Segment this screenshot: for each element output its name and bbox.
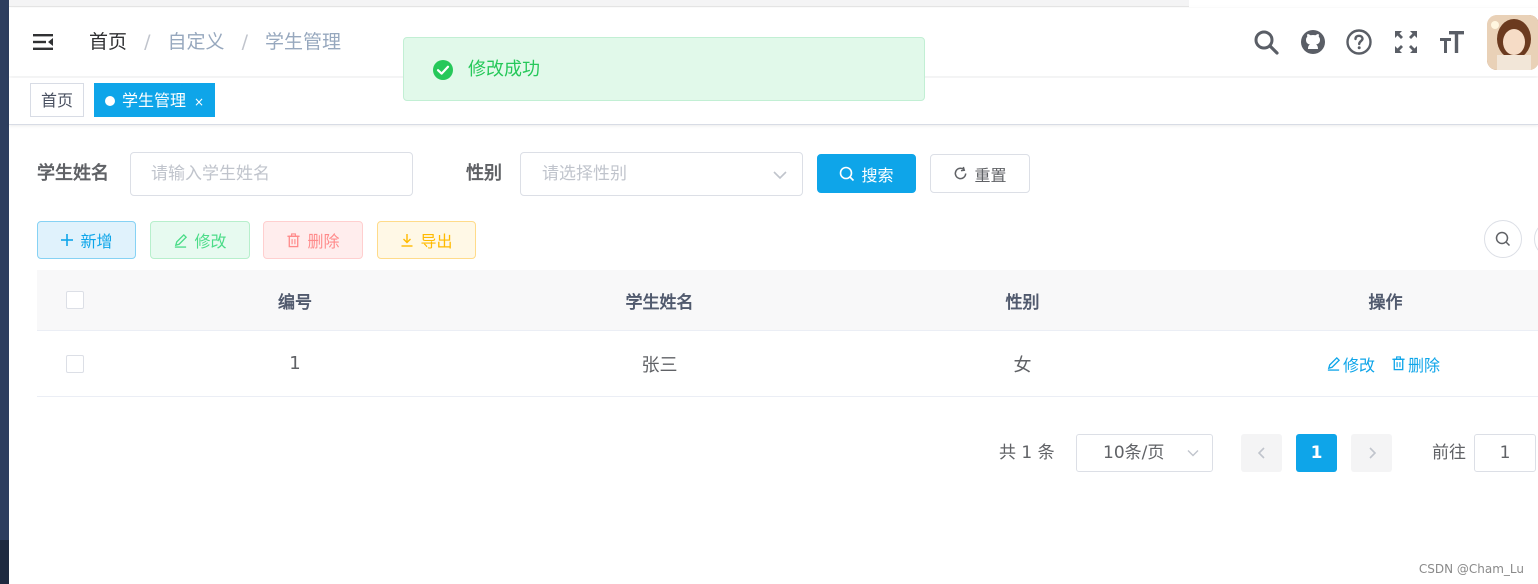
search-button[interactable]: 搜索 bbox=[817, 154, 916, 193]
name-label: 学生姓名 bbox=[37, 163, 109, 184]
github-icon[interactable] bbox=[1299, 28, 1327, 56]
delete-button-label: 删除 bbox=[307, 232, 340, 251]
avatar-image bbox=[1487, 15, 1538, 70]
search-icon bbox=[840, 166, 855, 181]
chevron-right-icon bbox=[1368, 447, 1376, 459]
avatar[interactable] bbox=[1487, 15, 1538, 70]
tag-home-label: 首页 bbox=[41, 91, 74, 110]
breadcrumb-item-custom: 自定义 bbox=[167, 31, 225, 53]
row-checkbox[interactable] bbox=[65, 354, 84, 373]
reset-button-label: 重置 bbox=[974, 165, 1007, 185]
toggle-search-button[interactable] bbox=[1484, 220, 1522, 258]
active-dot bbox=[105, 96, 115, 106]
prev-page-button[interactable] bbox=[1241, 434, 1282, 472]
edit-button-label: 修改 bbox=[194, 232, 227, 251]
next-page-button[interactable] bbox=[1351, 434, 1392, 472]
table-header: 编号 学生姓名 性别 操作 bbox=[37, 270, 1538, 331]
download-icon bbox=[401, 234, 413, 247]
success-toast: 修改成功 bbox=[403, 37, 925, 101]
cell-gender: 女 bbox=[1013, 354, 1032, 376]
chevron-down-icon bbox=[773, 171, 787, 180]
browser-top-strip bbox=[9, 0, 1189, 7]
fullscreen-icon[interactable] bbox=[1392, 28, 1420, 56]
edit-button[interactable]: 修改 bbox=[150, 221, 250, 259]
column-header-gender: 性别 bbox=[1005, 292, 1040, 313]
gender-label: 性别 bbox=[466, 163, 502, 184]
cell-actions: 修改 删除 bbox=[1204, 331, 1538, 396]
edit-icon bbox=[175, 233, 188, 248]
delete-icon bbox=[287, 232, 301, 247]
table-row: 1 张三 女 修改 删除 bbox=[37, 331, 1538, 397]
toast-message: 修改成功 bbox=[468, 59, 540, 80]
search-icon[interactable] bbox=[1252, 28, 1280, 56]
font-size-icon[interactable] bbox=[1438, 28, 1466, 56]
breadcrumb-item-student-management: 学生管理 bbox=[265, 31, 342, 53]
page-number-current[interactable]: 1 bbox=[1296, 434, 1337, 472]
search-icon bbox=[1495, 231, 1511, 247]
tag-home[interactable]: 首页 bbox=[30, 83, 85, 117]
select-all-checkbox[interactable] bbox=[65, 291, 84, 309]
breadcrumb: 首页 / 自定义 / 学生管理 bbox=[89, 28, 341, 56]
column-header-name: 学生姓名 bbox=[625, 292, 694, 313]
delete-icon bbox=[1392, 356, 1405, 371]
page-jump-input[interactable] bbox=[1474, 434, 1536, 472]
gender-select-placeholder: 请选择性别 bbox=[542, 164, 627, 184]
cell-id: 1 bbox=[289, 353, 301, 374]
edit-icon bbox=[1327, 356, 1341, 371]
breadcrumb-item-home[interactable]: 首页 bbox=[89, 28, 127, 56]
hamburger-icon[interactable] bbox=[31, 30, 55, 54]
page-size-value: 10条/页 bbox=[1103, 443, 1165, 463]
help-icon[interactable] bbox=[1345, 28, 1373, 56]
gender-select[interactable]: 请选择性别 bbox=[520, 152, 803, 196]
chevron-down-icon bbox=[1187, 450, 1199, 457]
column-header-actions: 操作 bbox=[1368, 292, 1403, 313]
pagination-jump-label: 前往 bbox=[1432, 443, 1466, 463]
pagination-total: 共 1 条 bbox=[999, 443, 1055, 463]
export-button[interactable]: 导出 bbox=[377, 221, 476, 259]
row-edit-label: 修改 bbox=[1343, 355, 1376, 375]
reset-button[interactable]: 重置 bbox=[930, 154, 1030, 193]
row-delete-button[interactable]: 删除 bbox=[1391, 352, 1440, 376]
add-button-label: 新增 bbox=[80, 232, 113, 251]
plus-icon bbox=[61, 234, 74, 246]
watermark: CSDN @Cham_Lu bbox=[1418, 562, 1524, 576]
column-header-id: 编号 bbox=[278, 292, 312, 313]
row-edit-button[interactable]: 修改 bbox=[1326, 352, 1375, 376]
refresh-icon bbox=[955, 166, 967, 180]
tag-active-label: 学生管理 bbox=[122, 91, 187, 110]
delete-button[interactable]: 删除 bbox=[263, 221, 363, 259]
refresh-table-button[interactable] bbox=[1534, 220, 1538, 258]
chevron-left-icon bbox=[1257, 447, 1265, 459]
sidebar-edge bbox=[0, 0, 9, 584]
check-circle-icon bbox=[433, 60, 453, 80]
student-name-input[interactable] bbox=[130, 152, 413, 196]
breadcrumb-separator: / bbox=[144, 31, 151, 53]
tag-student-management[interactable]: 学生管理 × bbox=[94, 83, 216, 117]
export-button-label: 导出 bbox=[420, 232, 453, 251]
cell-name: 张三 bbox=[641, 354, 678, 376]
row-checkbox-cell bbox=[37, 331, 112, 396]
student-table: 编号 学生姓名 性别 操作 1 张三 女 修改 删除 bbox=[37, 270, 1538, 397]
header-checkbox-cell bbox=[37, 270, 112, 330]
page-size-select[interactable]: 10条/页 bbox=[1076, 434, 1213, 472]
sidebar-edge-bottom bbox=[0, 540, 9, 584]
breadcrumb-separator: / bbox=[241, 31, 248, 53]
close-icon[interactable]: × bbox=[194, 95, 204, 109]
add-button[interactable]: 新增 bbox=[37, 221, 136, 259]
row-delete-label: 删除 bbox=[1408, 355, 1441, 375]
search-button-label: 搜索 bbox=[861, 165, 894, 185]
